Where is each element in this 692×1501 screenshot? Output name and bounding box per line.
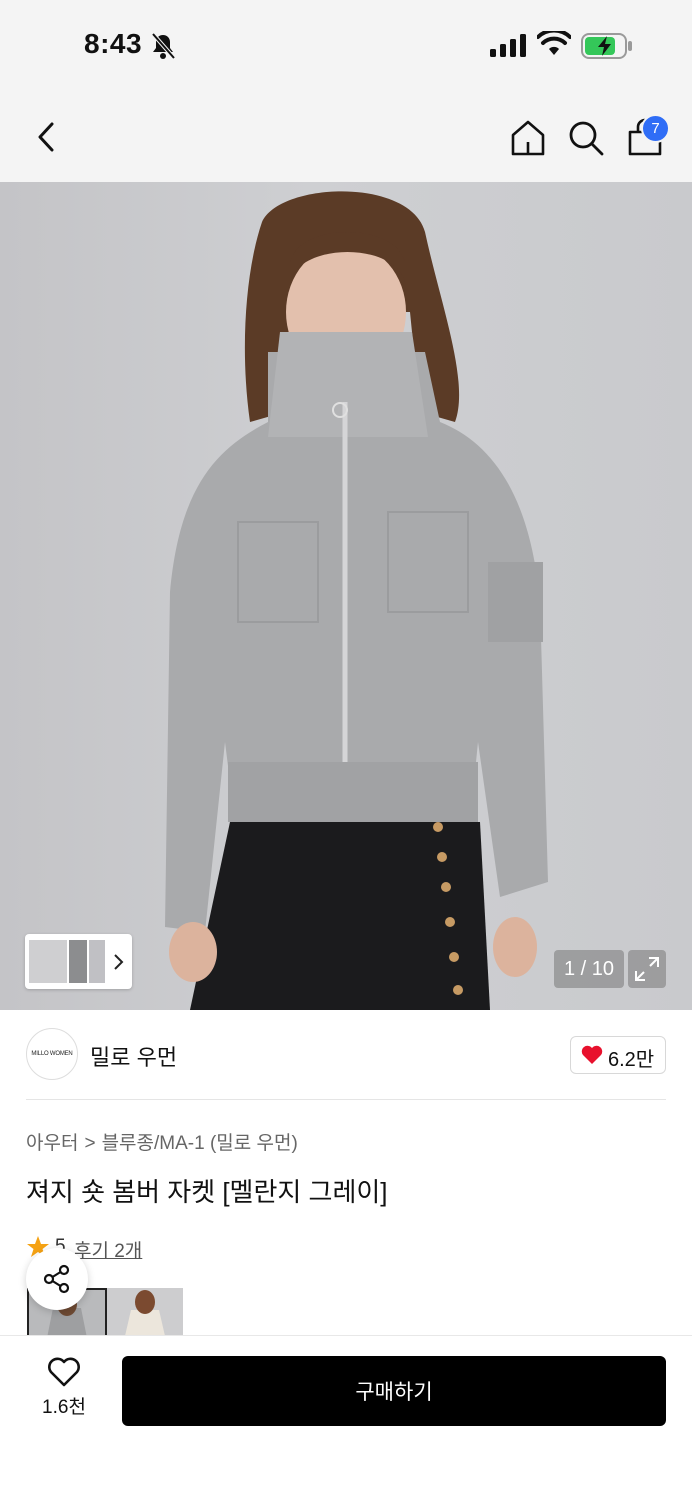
share-button[interactable] <box>26 1248 88 1310</box>
status-bar: 8:43 <box>0 0 692 92</box>
top-nav: 7 <box>0 92 692 182</box>
breadcrumb-separator: > <box>84 1133 96 1154</box>
product-main-image[interactable]: 1 / 10 <box>0 182 692 1010</box>
brand-like-count: 6.2만 <box>608 1049 655 1071</box>
buy-button[interactable]: 구매하기 <box>122 1356 666 1426</box>
model-photo <box>165 191 548 1010</box>
heart-outline-icon <box>48 1357 80 1387</box>
divider <box>26 1099 666 1100</box>
product-title: 져지 숏 봄버 자켓 [멜란지 그레이] <box>26 1177 388 1207</box>
search-icon <box>569 121 604 156</box>
brand-like-button[interactable]: 6.2만 <box>570 1036 666 1074</box>
breadcrumb-subcategory[interactable]: 블루종/MA-1 (밀로 우먼) <box>102 1133 298 1154</box>
back-icon <box>38 122 54 152</box>
color-option-ivory[interactable] <box>107 1288 183 1336</box>
chevron-right-icon <box>114 954 124 970</box>
home-button[interactable] <box>508 118 548 158</box>
breadcrumb-category[interactable]: 아우터 <box>26 1133 78 1154</box>
thumbnail-3[interactable] <box>89 940 105 983</box>
home-icon <box>511 120 545 156</box>
back-button[interactable] <box>30 120 64 154</box>
brand-logo[interactable]: MILLO WOMEN <box>26 1028 78 1080</box>
search-button[interactable] <box>566 118 606 158</box>
status-time: 8:43 <box>84 28 143 59</box>
color-option-ivory-image <box>107 1288 183 1336</box>
thumbnail-2[interactable] <box>69 940 87 983</box>
share-icon <box>43 1264 70 1294</box>
review-link[interactable]: 후기 2개 <box>74 1236 142 1263</box>
bell-muted-icon <box>151 32 176 60</box>
expand-button[interactable] <box>628 950 666 988</box>
thumbnail-1[interactable] <box>29 940 67 983</box>
brand-row[interactable]: MILLO WOMEN 밀로 우먼 6.2만 <box>0 1010 692 1100</box>
image-counter: 1 / 10 <box>554 950 624 988</box>
battery-icon <box>581 33 632 59</box>
cart-button[interactable]: 7 <box>624 114 670 160</box>
image-thumbnail-strip[interactable] <box>25 934 132 989</box>
bottom-action-bar: 1.6천 구매하기 <box>0 1335 692 1501</box>
expand-icon <box>635 957 659 981</box>
cart-badge: 7 <box>641 114 670 143</box>
signal-icon <box>490 34 526 57</box>
wishlist-count: 1.6천 <box>42 1397 86 1418</box>
breadcrumb: 아우터 > 블루종/MA-1 (밀로 우먼) <box>26 1128 298 1155</box>
heart-icon <box>581 1045 603 1064</box>
brand-name[interactable]: 밀로 우먼 <box>90 1040 177 1072</box>
wifi-icon <box>537 31 571 55</box>
wishlist-button[interactable]: 1.6천 <box>30 1356 98 1426</box>
